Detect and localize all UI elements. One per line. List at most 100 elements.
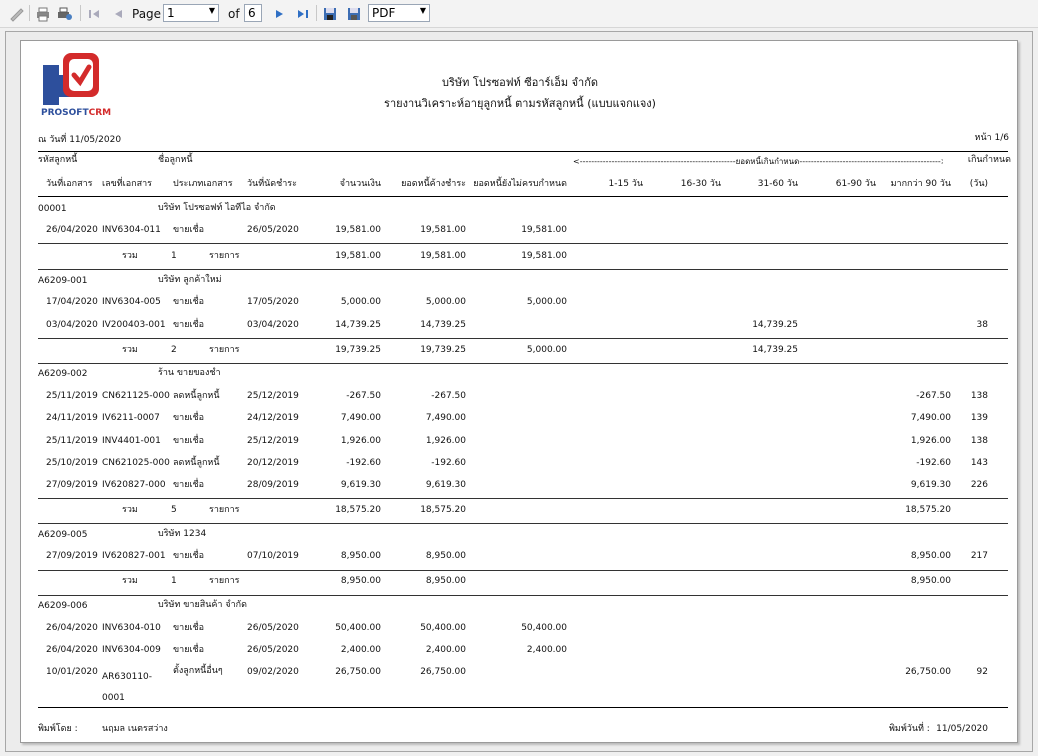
cell-due: 24/12/2019 (247, 413, 299, 423)
subtotal-line (38, 570, 1008, 571)
cell-date: 03/04/2020 (46, 320, 98, 330)
subtotal-count: 1 (171, 251, 177, 261)
print-icon[interactable] (35, 6, 51, 22)
hdr-overdue-group: <---------------------------------------… (573, 157, 943, 166)
cell-doc: IV620827-000 (102, 480, 166, 490)
cell-balance: -267.50 (431, 391, 466, 401)
cell-doc: IV620827-001 (102, 551, 166, 561)
cell-doc: INV6304-011 (102, 225, 161, 235)
group-code: A6209-006 (38, 601, 88, 611)
cell-doc: AR630110-0001 (102, 672, 153, 703)
hdr-d90: มากกว่า 90 วัน (890, 179, 951, 189)
next-page-icon[interactable] (272, 6, 288, 22)
cell-type: ลดหนี้ลูกหนี้ (173, 458, 220, 468)
hdr-days: (วัน) (969, 179, 988, 189)
cell-type: ขายเชื่อ (173, 645, 205, 655)
subtotal-d90: 18,575.20 (905, 505, 951, 515)
save-icon[interactable] (322, 6, 338, 22)
chevron-down-icon[interactable]: ▼ (209, 6, 215, 15)
cell-date: 26/04/2020 (46, 645, 98, 655)
header-line (38, 151, 1008, 152)
subtotal-line (38, 338, 1008, 339)
subtotal-line (38, 498, 1008, 499)
cell-balance: -192.60 (431, 458, 466, 468)
cell-amount: 14,739.25 (335, 320, 381, 330)
cell-date: 26/04/2020 (46, 623, 98, 633)
chevron-down-icon[interactable]: ▼ (420, 6, 426, 15)
last-page-icon[interactable] (295, 6, 311, 22)
subtotal-label: รวม (122, 251, 138, 261)
cell-d90: 9,619.30 (910, 480, 951, 490)
print-date-value: 11/05/2020 (936, 724, 988, 734)
subtotal-not-due: 19,581.00 (521, 251, 567, 261)
subtotal-label: รวม (122, 576, 138, 586)
printed-by-label: พิมพ์โดย : (38, 724, 78, 734)
cell-days: 38 (976, 320, 988, 330)
hdr-balance: ยอดหนี้ค้างชำระ (401, 179, 466, 189)
cell-doc: CN621125-000 (102, 391, 170, 401)
cell-days: 139 (970, 413, 988, 423)
cell-doc: INV6304-005 (102, 297, 161, 307)
subtotal-balance: 8,950.00 (425, 576, 466, 586)
cell-days: 226 (970, 480, 988, 490)
pen-icon[interactable] (9, 6, 25, 22)
cell-date: 27/09/2019 (46, 551, 98, 561)
group-name: บริษัท 1234 (158, 529, 207, 539)
cell-amount: 9,619.30 (340, 480, 381, 490)
export-icon[interactable] (346, 6, 362, 22)
cell-doc: CN621025-000 (102, 458, 170, 468)
cell-d90: -192.60 (916, 458, 951, 468)
cell-days: 217 (970, 551, 988, 561)
subtotal-count: 2 (171, 345, 177, 355)
cell-d31-60: 14,739.25 (752, 320, 798, 330)
cell-not-due: 2,400.00 (526, 645, 567, 655)
footer-line (38, 707, 1008, 708)
subtotal-label: รวม (122, 345, 138, 355)
header-line (38, 196, 1008, 197)
cell-balance: 5,000.00 (425, 297, 466, 307)
group-name: บริษัท โปรซอฟท์ ไอทีไอ จำกัด (158, 203, 276, 213)
group-name: ร้าน ขายของชำ (158, 368, 221, 378)
subtotal-amount: 8,950.00 (340, 576, 381, 586)
page-number-value: 1 (167, 6, 175, 20)
hdr-customer-name: ชื่อลูกหนี้ (158, 155, 193, 165)
hdr-doc-no: เลขที่เอกสาร (102, 179, 152, 189)
cell-balance: 2,400.00 (425, 645, 466, 655)
cell-type: ขายเชื่อ (173, 225, 205, 235)
cell-doc: IV200403-001 (102, 320, 166, 330)
toolbar-separator (80, 5, 81, 21)
cell-d90: 7,490.00 (910, 413, 951, 423)
cell-due: 26/05/2020 (247, 645, 299, 655)
hdr-not-due: ยอดหนี้ยังไม่ครบกำหนด (473, 179, 567, 189)
group-line (38, 269, 1008, 270)
cell-amount: 26,750.00 (335, 667, 381, 677)
cell-days: 138 (970, 436, 988, 446)
cell-date: 25/11/2019 (46, 391, 98, 401)
cell-type: ลดหนี้ลูกหนี้ (173, 391, 220, 401)
print-date-label: พิมพ์วันที่ : (889, 724, 930, 734)
subtotal-count: 5 (171, 505, 177, 515)
hdr-doc-type: ประเภทเอกสาร (173, 179, 233, 189)
cell-amount: 19,581.00 (335, 225, 381, 235)
previous-page-icon[interactable] (110, 6, 126, 22)
hdr-overdue: เกินกำหนด (967, 155, 1011, 165)
page-number-input[interactable]: 1 ▼ (163, 4, 219, 22)
subtotal-d31-60: 14,739.25 (752, 345, 798, 355)
total-pages-value: 6 (248, 6, 256, 20)
export-format-select[interactable]: PDF ▼ (368, 4, 430, 22)
cell-type: ขายเชื่อ (173, 436, 205, 446)
group-code: A6209-001 (38, 276, 88, 286)
cell-due: 20/12/2019 (247, 458, 299, 468)
first-page-icon[interactable] (86, 6, 102, 22)
cell-type: ขายเชื่อ (173, 413, 205, 423)
cell-days: 138 (970, 391, 988, 401)
print-setup-icon[interactable] (57, 6, 73, 22)
page-indicator: หน้า 1/6 (974, 133, 1009, 143)
cell-due: 25/12/2019 (247, 391, 299, 401)
subtotal-unit: รายการ (209, 345, 240, 355)
cell-days: 143 (970, 458, 988, 468)
cell-amount: 5,000.00 (340, 297, 381, 307)
cell-not-due: 5,000.00 (526, 297, 567, 307)
cell-date: 26/04/2020 (46, 225, 98, 235)
cell-type: ขายเชื่อ (173, 551, 205, 561)
